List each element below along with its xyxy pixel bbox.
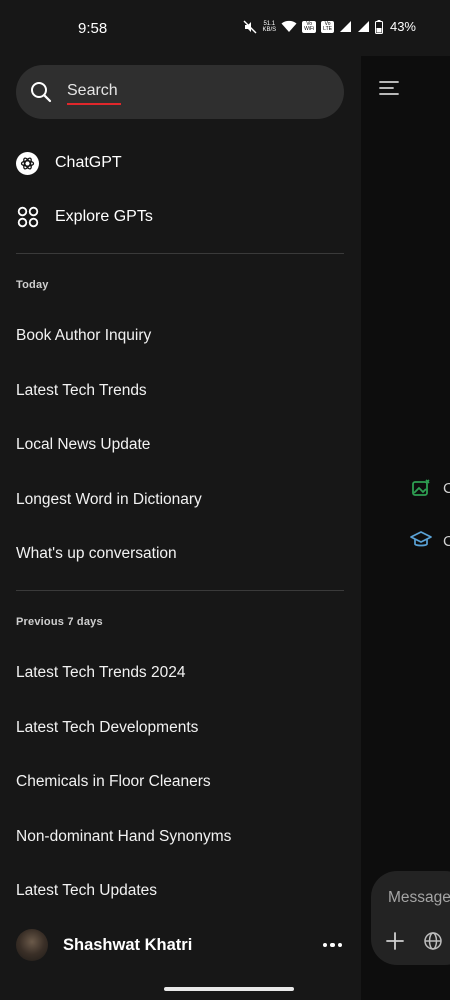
wifi-icon: [281, 20, 297, 32]
more-options-icon[interactable]: [322, 942, 342, 948]
status-bar: 9:58 51.1 KB/S Vo WiFi Vo LTE 43%: [0, 0, 450, 56]
user-profile-row[interactable]: Shashwat Khatri: [16, 928, 344, 962]
nav-item-label: ChatGPT: [55, 154, 122, 171]
volte-badge: Vo LTE: [321, 20, 334, 33]
chat-history-item[interactable]: Non-dominant Hand Synonyms: [16, 828, 344, 846]
search-input[interactable]: Search: [67, 82, 118, 100]
chatgpt-logo-icon: [16, 151, 39, 175]
nav-item-label: Explore GPTs: [55, 208, 153, 225]
sidebar-drawer: Search ChatGPT Explore GPTs Today Book A…: [0, 0, 361, 1000]
home-indicator[interactable]: [164, 987, 294, 991]
signal-icon-2: [357, 21, 369, 32]
battery-percentage: 43%: [389, 19, 416, 34]
chat-history-item[interactable]: Latest Tech Trends: [16, 382, 344, 400]
main-chat-area: C C Message: [361, 0, 450, 1000]
divider: [16, 590, 344, 591]
network-speed-unit: KB/S: [262, 26, 277, 33]
nav-item-explore-gpts[interactable]: Explore GPTs: [16, 197, 153, 237]
chat-history-item[interactable]: Longest Word in Dictionary: [16, 491, 344, 509]
battery-icon: [374, 19, 383, 34]
user-name: Shashwat Khatri: [63, 935, 193, 954]
chat-history-item[interactable]: Latest Tech Trends 2024: [16, 664, 344, 682]
vowifi-badge: Vo WiFi: [302, 20, 317, 33]
grid-icon: [16, 206, 39, 229]
chat-history-item[interactable]: What's up conversation: [16, 545, 344, 563]
graduation-cap-icon: [410, 531, 432, 547]
avatar[interactable]: [16, 929, 48, 961]
network-speed: 51.1 KB/S: [262, 21, 276, 33]
network-speed-value: 51.1: [263, 20, 276, 27]
search-bar[interactable]: Search: [16, 65, 344, 119]
status-time: 9:58: [78, 20, 108, 37]
image-icon: [412, 479, 430, 496]
status-icons: 51.1 KB/S Vo WiFi Vo LTE 43%: [243, 19, 416, 34]
chat-history-item[interactable]: Latest Tech Updates: [16, 882, 344, 900]
plus-icon[interactable]: [385, 931, 405, 951]
chat-history-item[interactable]: Latest Tech Developments: [16, 719, 344, 737]
divider: [16, 253, 344, 254]
search-icon: [31, 82, 52, 103]
spellcheck-underline: [67, 103, 121, 105]
nav-item-chatgpt[interactable]: ChatGPT: [16, 143, 122, 183]
suggestion-1-text[interactable]: C: [443, 480, 450, 497]
message-input[interactable]: Message: [388, 889, 450, 907]
section-header-previous-7-days: Previous 7 days: [16, 616, 103, 628]
mute-vibrate-icon: [243, 20, 257, 33]
suggestion-2-text[interactable]: C: [443, 533, 450, 550]
chat-history-item[interactable]: Chemicals in Floor Cleaners: [16, 773, 344, 791]
globe-icon[interactable]: [423, 931, 443, 951]
signal-icon-1: [339, 21, 351, 32]
chat-history-item[interactable]: Book Author Inquiry: [16, 327, 344, 345]
section-header-today: Today: [16, 279, 49, 291]
menu-icon[interactable]: [379, 80, 399, 96]
chat-history-item[interactable]: Local News Update: [16, 436, 344, 454]
message-composer[interactable]: Message: [371, 871, 450, 965]
